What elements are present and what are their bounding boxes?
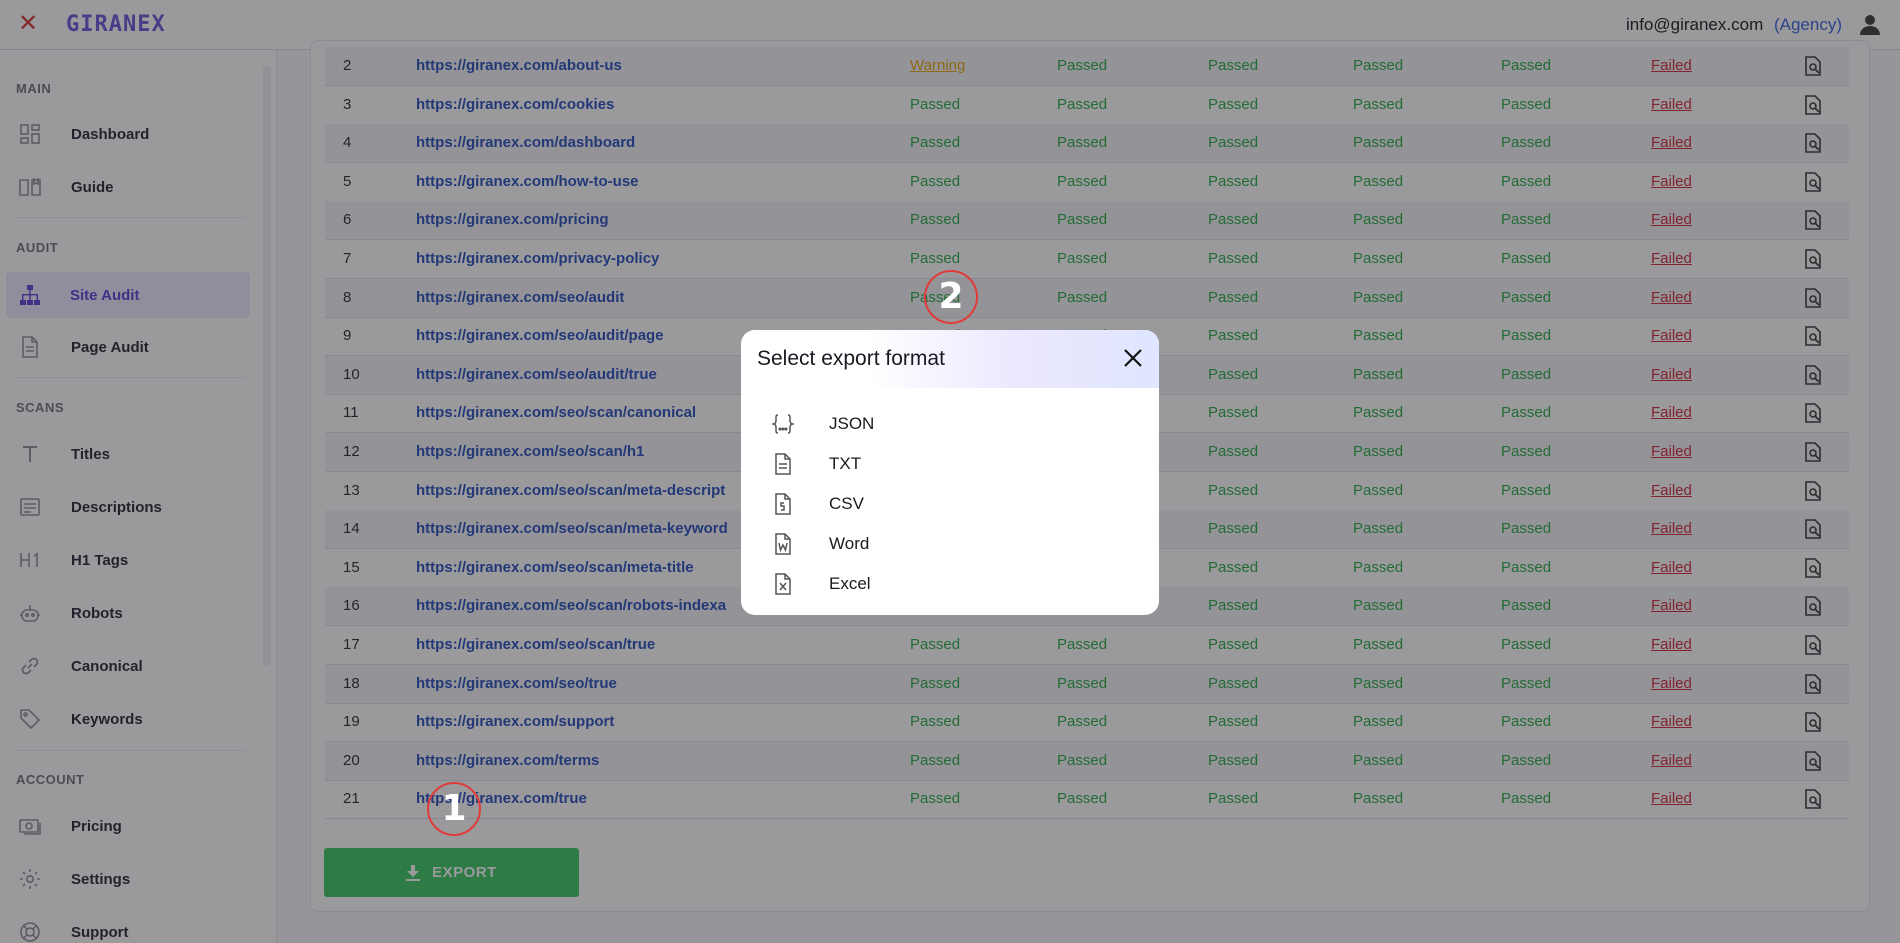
- export-option-csv[interactable]: CSV: [741, 484, 1159, 524]
- export-option-excel[interactable]: Excel: [741, 564, 1159, 604]
- close-icon[interactable]: [1121, 346, 1145, 370]
- export-option-label: CSV: [829, 494, 864, 513]
- export-option-label: Word: [829, 534, 870, 553]
- dialog-title: Select export format: [757, 347, 945, 370]
- step-marker-2: 2: [924, 270, 978, 324]
- json-icon: [771, 414, 795, 434]
- step-marker-1: 1: [427, 782, 481, 836]
- export-option-label: TXT: [829, 454, 862, 473]
- word-file-icon: [775, 533, 791, 555]
- txt-file-icon: [775, 453, 791, 475]
- export-option-json[interactable]: JSON: [741, 404, 1159, 444]
- export-option-label: JSON: [829, 414, 875, 433]
- csv-file-icon: [775, 493, 791, 515]
- excel-file-icon: [775, 573, 791, 595]
- dialog-header: Select export format: [741, 330, 1159, 388]
- export-option-word[interactable]: Word: [741, 524, 1159, 564]
- export-format-dialog: Select export format JSON TXT CSV Word E…: [741, 330, 1159, 615]
- export-option-label: Excel: [829, 574, 871, 593]
- export-option-txt[interactable]: TXT: [741, 444, 1159, 484]
